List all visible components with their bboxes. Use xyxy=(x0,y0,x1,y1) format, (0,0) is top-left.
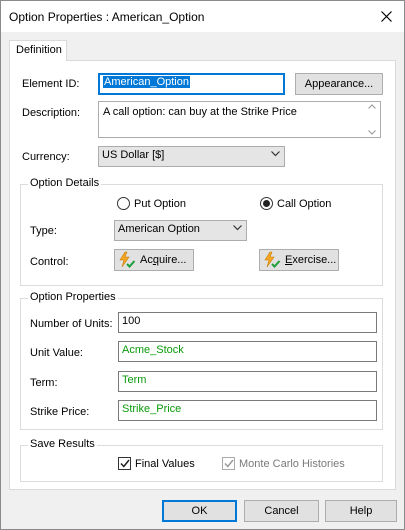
units-input[interactable]: 100 xyxy=(118,312,377,333)
element-id-label: Element ID: xyxy=(22,78,80,90)
radio-circle-selected xyxy=(260,197,273,210)
final-values-label: Final Values xyxy=(135,457,195,470)
radio-circle xyxy=(117,197,130,210)
acquire-button[interactable]: Acquire... xyxy=(114,249,194,271)
cancel-button[interactable]: Cancel xyxy=(244,500,319,522)
description-value: A call option: can buy at the Strike Pri… xyxy=(103,106,297,118)
radio-dot xyxy=(263,200,270,207)
checkmark-icon xyxy=(223,459,234,468)
currency-value: US Dollar [$] xyxy=(102,149,165,161)
tab-definition[interactable]: Definition xyxy=(9,40,67,61)
help-button[interactable]: Help xyxy=(325,500,397,522)
units-value: 100 xyxy=(122,315,141,327)
currency-label: Currency: xyxy=(22,151,70,163)
unit-value-label: Unit Value: xyxy=(30,347,83,359)
monte-carlo-checkbox[interactable]: Monte Carlo Histories xyxy=(222,457,345,470)
monte-carlo-label: Monte Carlo Histories xyxy=(239,457,345,470)
save-results-title: Save Results xyxy=(28,438,97,450)
acquire-label: Acquire... xyxy=(140,254,187,266)
checkbox-box-disabled xyxy=(222,457,235,470)
term-input[interactable]: Term xyxy=(118,371,377,392)
term-label: Term: xyxy=(30,377,58,389)
dialog-window: Option Properties : American_Option Defi… xyxy=(0,0,405,530)
type-label: Type: xyxy=(30,225,57,237)
put-option-radio[interactable]: Put Option xyxy=(117,197,186,210)
unit-value-value: Acme_Stock xyxy=(122,344,184,356)
lightning-check-icon xyxy=(264,251,281,268)
chevron-down-icon xyxy=(271,151,280,157)
checkmark-icon xyxy=(119,459,130,468)
strike-price-value: Strike_Price xyxy=(122,403,182,415)
option-properties-title: Option Properties xyxy=(28,291,118,303)
option-details-title: Option Details xyxy=(28,177,102,189)
units-label: Number of Units: xyxy=(30,318,113,330)
scroll-up-icon xyxy=(368,104,376,109)
unit-value-input[interactable]: Acme_Stock xyxy=(118,341,377,362)
definition-panel: Element ID: American_Option Appearance..… xyxy=(9,60,396,490)
title-bar: Option Properties : American_Option xyxy=(1,1,404,32)
type-value: American Option xyxy=(118,223,200,235)
scroll-down-icon xyxy=(368,130,376,135)
tab-definition-label: Definition xyxy=(16,44,62,56)
control-label: Control: xyxy=(30,256,69,268)
final-values-checkbox[interactable]: Final Values xyxy=(118,457,195,470)
description-textarea[interactable]: A call option: can buy at the Strike Pri… xyxy=(98,101,381,138)
term-value: Term xyxy=(122,374,147,386)
exercise-label: Exercise... xyxy=(285,254,337,266)
currency-select[interactable]: US Dollar [$] xyxy=(98,146,285,167)
exercise-button[interactable]: Exercise... xyxy=(259,249,339,271)
call-option-label: Call Option xyxy=(277,197,332,210)
element-id-value: American_Option xyxy=(103,76,190,88)
put-option-label: Put Option xyxy=(134,197,186,210)
close-button[interactable] xyxy=(368,1,404,32)
checkbox-box xyxy=(118,457,131,470)
strike-price-label: Strike Price: xyxy=(30,406,90,418)
window-title: Option Properties : American_Option xyxy=(9,10,205,24)
description-scrollbar[interactable] xyxy=(364,102,380,137)
element-id-input[interactable]: American_Option xyxy=(98,73,285,95)
ok-button[interactable]: OK xyxy=(162,500,237,522)
appearance-button[interactable]: Appearance... xyxy=(295,73,383,95)
chevron-down-icon xyxy=(233,225,242,231)
lightning-check-icon xyxy=(119,251,136,268)
description-label: Description: xyxy=(22,107,81,119)
type-select[interactable]: American Option xyxy=(114,220,247,241)
close-icon xyxy=(380,11,392,22)
strike-price-input[interactable]: Strike_Price xyxy=(118,400,377,421)
call-option-radio[interactable]: Call Option xyxy=(260,197,331,210)
